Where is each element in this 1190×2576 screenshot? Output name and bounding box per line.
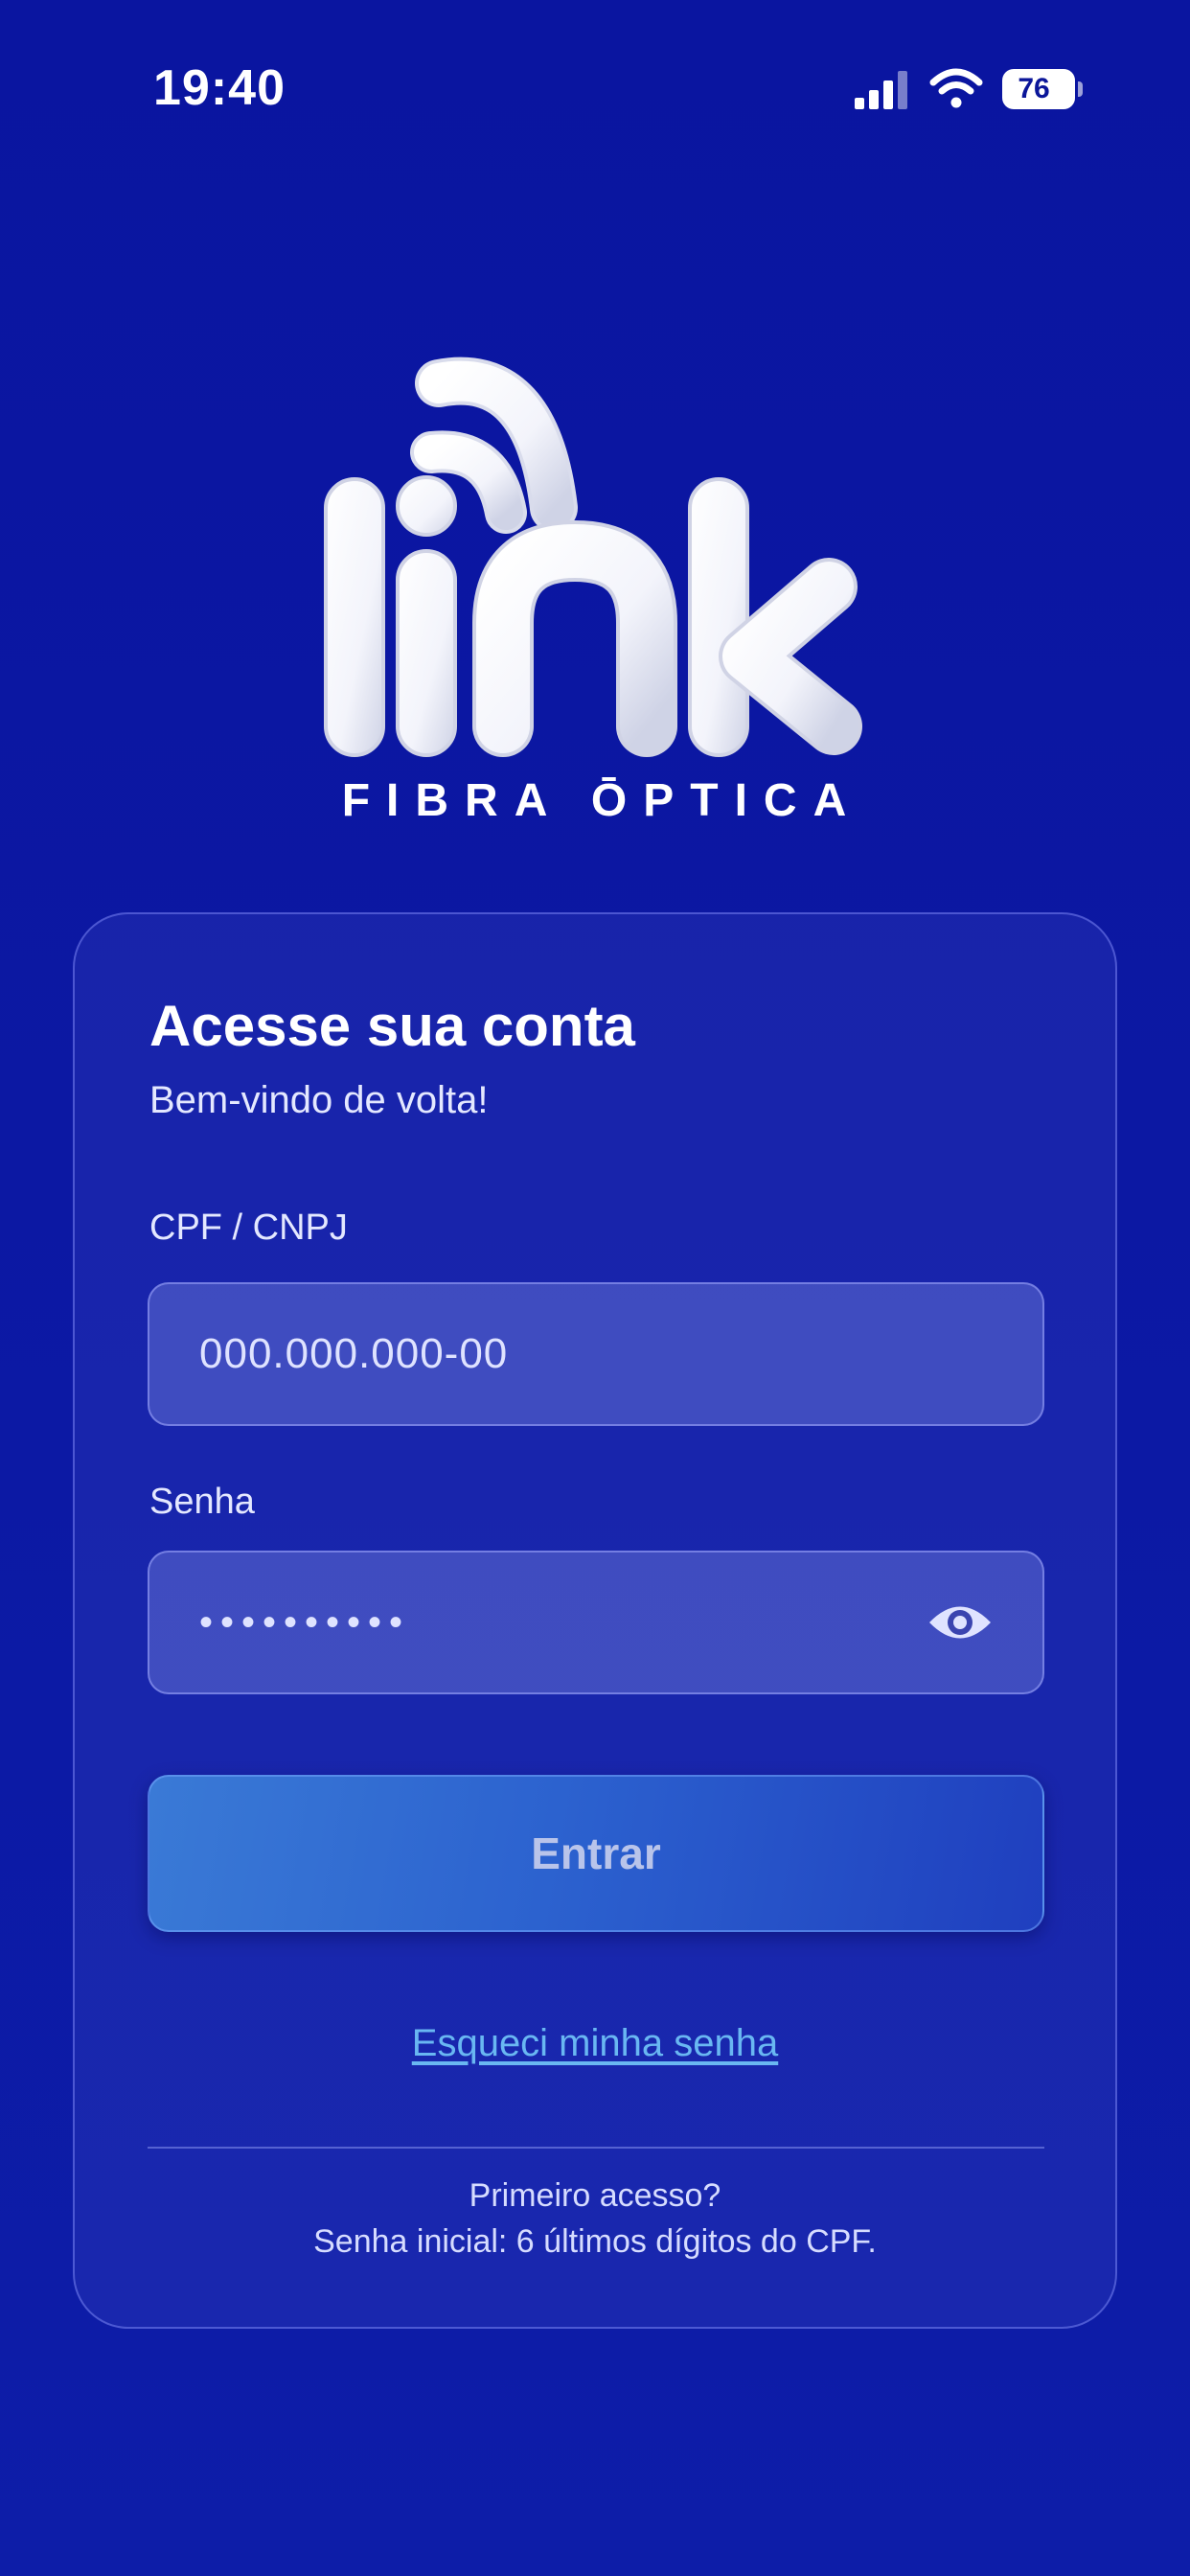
first-access-hint: Senha inicial: 6 últimos dígitos do CPF. [313,2223,877,2260]
cellular-signal-icon [855,71,907,109]
battery-cap [1078,81,1083,97]
brand-logo: FIBRA ŌPTICA [297,307,891,826]
logo-tagline: FIBRA ŌPTICA [341,775,863,826]
login-title: Acesse sua conta [149,994,635,1058]
login-button[interactable]: Entrar [148,1775,1044,1932]
battery-icon: 76 [1002,69,1083,109]
link-logo-icon [324,356,862,757]
eye-icon[interactable] [927,1598,993,1646]
battery-level: 76 [1018,73,1050,104]
battery-body: 76 [1002,69,1075,109]
login-card: Acesse sua conta Bem-vindo de volta! CPF… [73,912,1117,2329]
divider [148,2147,1044,2149]
cpf-input[interactable]: 000.000.000-00 [148,1282,1044,1426]
password-value: •••••••••• [199,1601,411,1644]
status-bar: 19:40 76 [0,0,1190,172]
login-button-label: Entrar [531,1828,661,1878]
cpf-label: CPF / CNPJ [149,1208,348,1248]
first-access-title: Primeiro acesso? [469,2177,721,2214]
forgot-password-link[interactable]: Esqueci minha senha [75,2022,1115,2065]
login-subtitle: Bem-vindo de volta! [149,1079,489,1121]
password-label: Senha [149,1482,255,1522]
cpf-placeholder: 000.000.000-00 [199,1330,509,1377]
wifi-icon [929,68,983,108]
password-input[interactable]: •••••••••• [148,1551,1044,1694]
status-time: 19:40 [153,60,286,116]
